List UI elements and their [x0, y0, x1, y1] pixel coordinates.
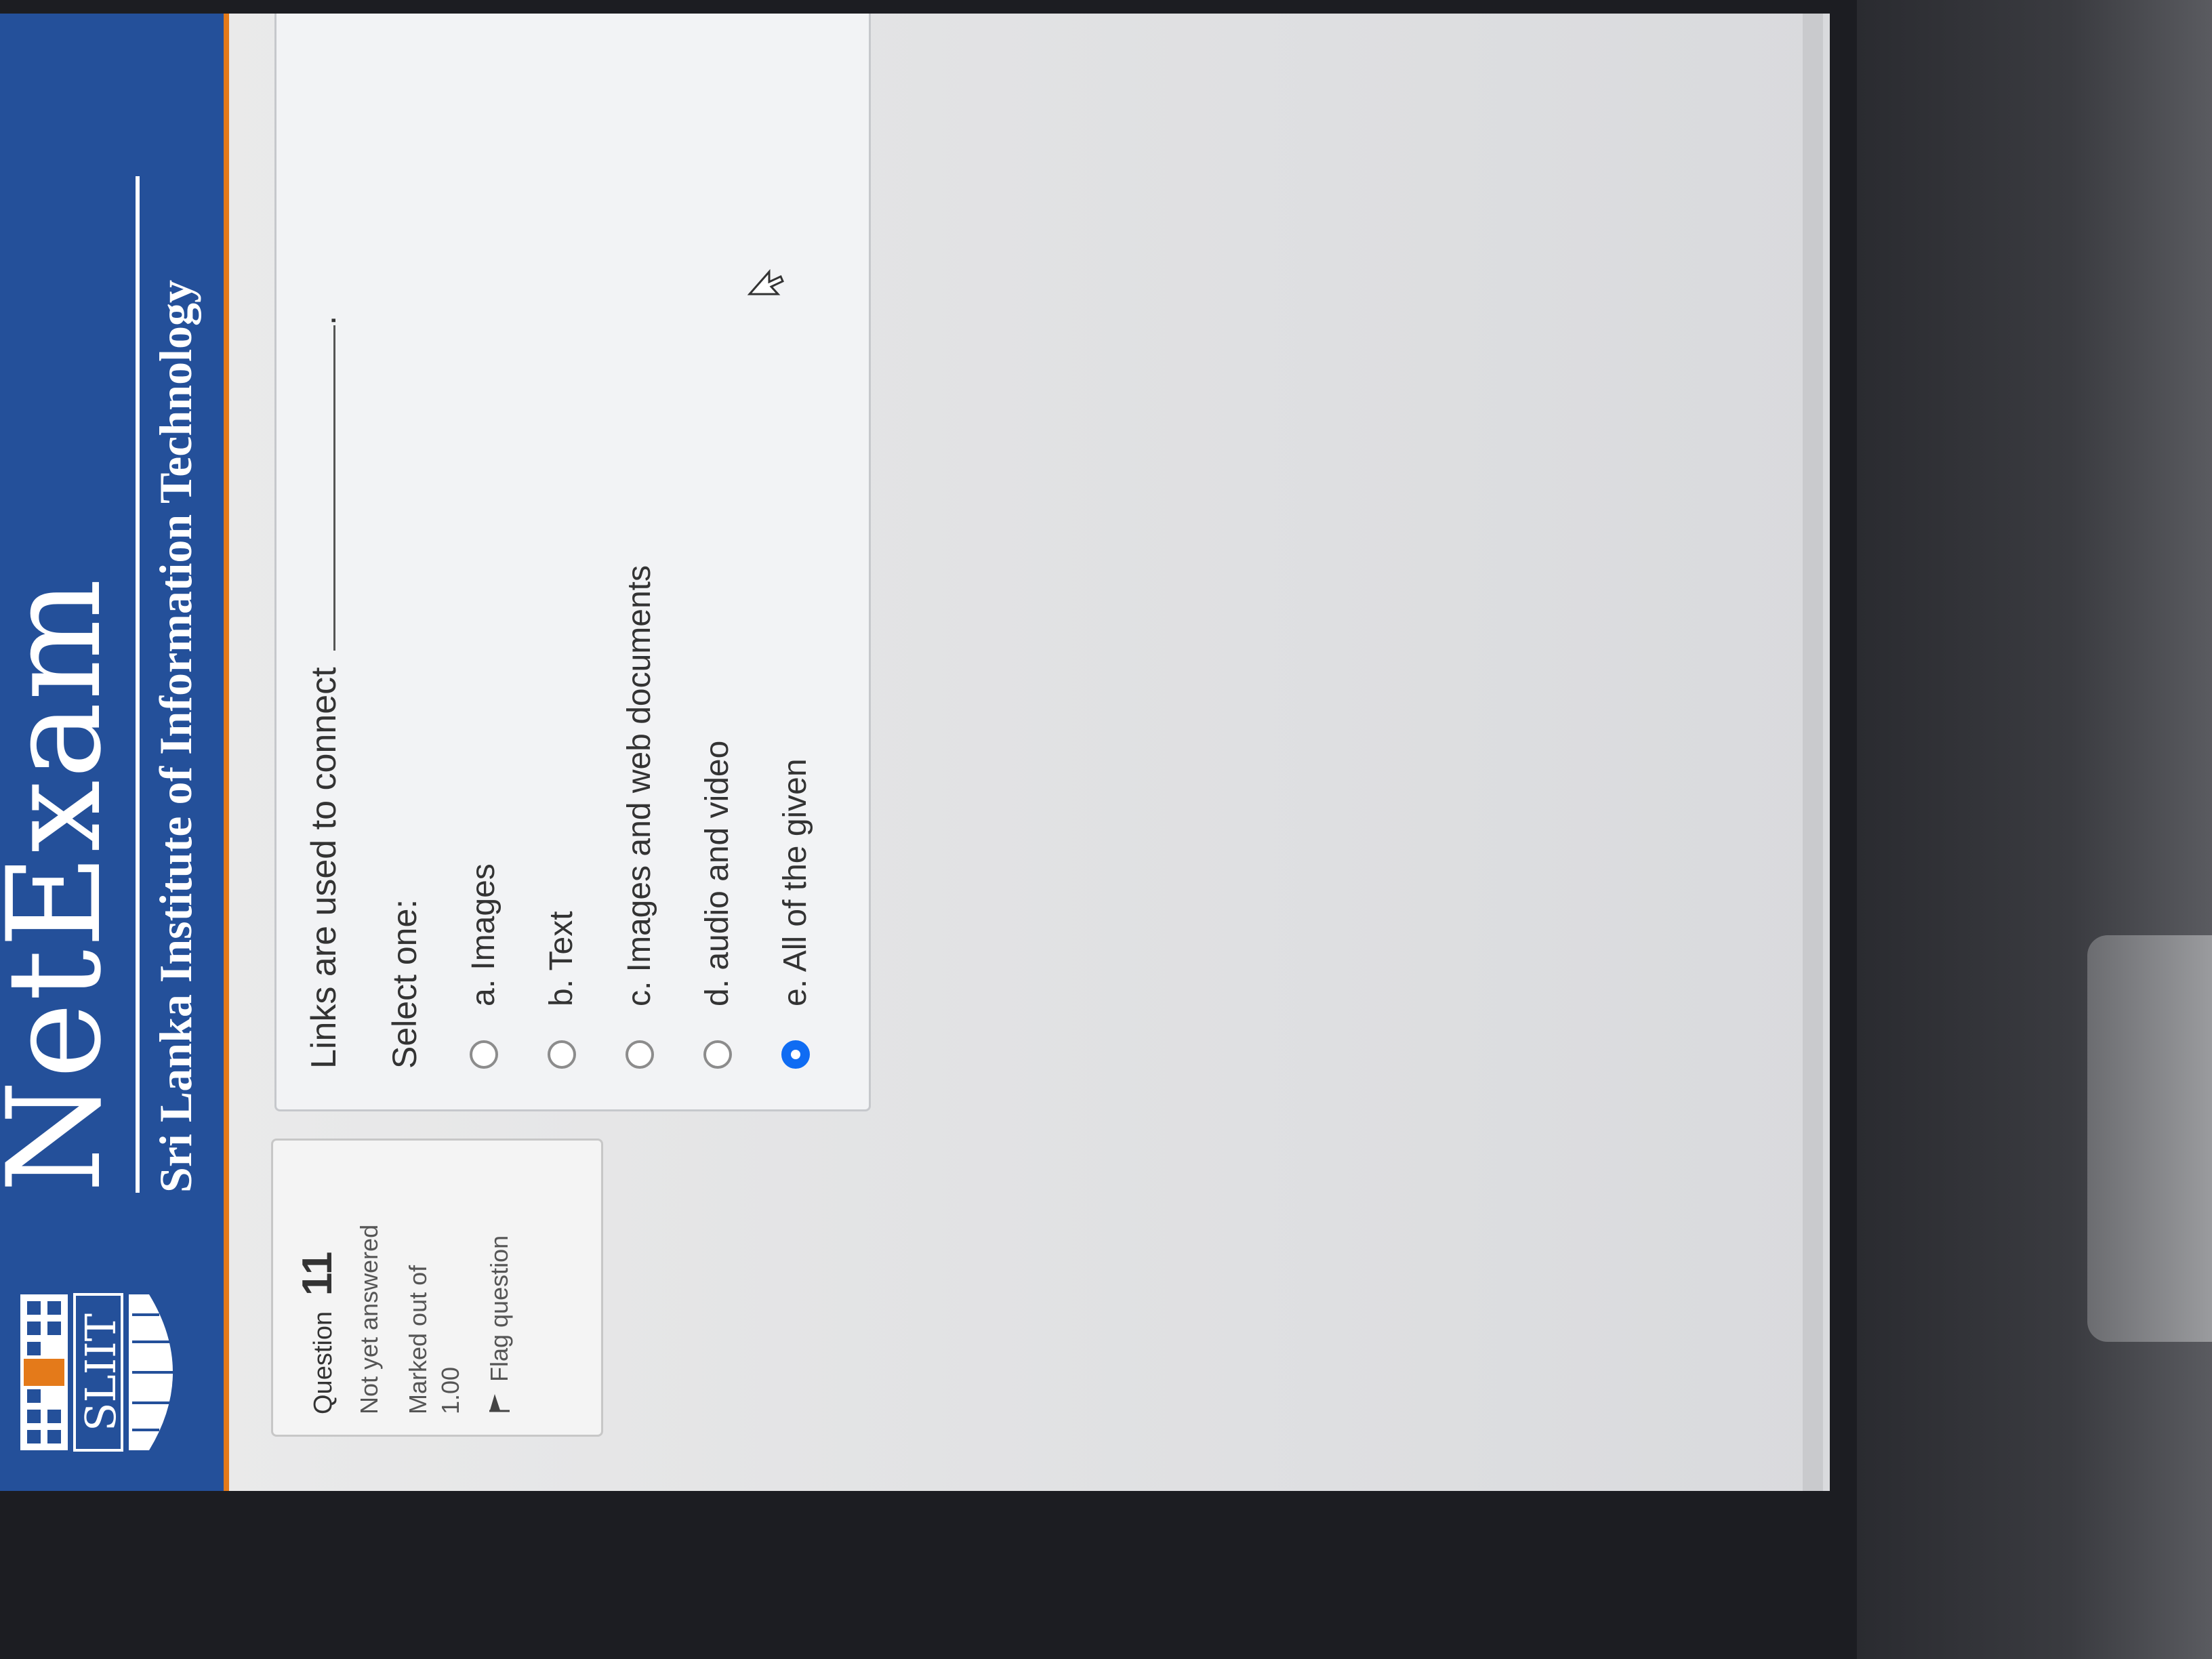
option-e-label: e. All of the given: [777, 758, 813, 1006]
option-c-label: c. Images and web documents: [621, 565, 657, 1006]
option-d[interactable]: d. audio and video: [678, 36, 756, 1069]
sliit-shield-icon: SLIIT: [20, 1293, 180, 1452]
option-c[interactable]: c. Images and web documents: [600, 36, 678, 1069]
select-one-label: Select one:: [386, 899, 424, 1069]
photo-stage: SLIIT NetExam Sri Lanka Institute of Inf…: [0, 0, 2212, 1659]
option-d-label: d. audio and video: [699, 740, 735, 1006]
question-card: Links are used to connect . Select one: …: [274, 14, 871, 1111]
option-e-radio[interactable]: [781, 1040, 810, 1069]
option-c-radio[interactable]: [625, 1040, 654, 1069]
option-b-label: b. Text: [544, 911, 579, 1006]
screen: SLIIT NetExam Sri Lanka Institute of Inf…: [0, 14, 1830, 1491]
option-b-radio[interactable]: [547, 1040, 576, 1069]
sliit-logo: SLIIT: [14, 1288, 190, 1457]
marked-label: Marked out of: [404, 1265, 432, 1414]
question-info-card: Question 11 Not yet answered Marked out …: [271, 1139, 603, 1437]
option-a[interactable]: a. Images: [445, 36, 523, 1069]
option-b[interactable]: b. Text: [523, 36, 600, 1069]
svg-text:SLIIT: SLIIT: [76, 1313, 125, 1431]
brand-divider: [136, 176, 140, 1193]
monitor-bezel: [1857, 0, 2212, 1659]
answer-blank: [306, 325, 335, 651]
option-a-radio[interactable]: [469, 1040, 498, 1069]
monitor-stand: [2087, 935, 2212, 1342]
answer-status: Not yet answered: [355, 1224, 383, 1414]
site-header: SLIIT NetExam Sri Lanka Institute of Inf…: [0, 14, 229, 1491]
brand-subtitle: Sri Lanka Institute of Information Techn…: [150, 280, 201, 1193]
marked-value: 1.00: [436, 1366, 464, 1414]
question-text: Links are used to connect .: [304, 36, 344, 1069]
flag-icon: [489, 1394, 510, 1412]
option-a-label: a. Images: [466, 863, 501, 1006]
question-word: Question: [309, 1311, 337, 1414]
question-prompt: Links are used to connect: [304, 667, 344, 1069]
option-e[interactable]: e. All of the given: [756, 36, 834, 1069]
horizontal-scrollbar[interactable]: [1803, 14, 1823, 1491]
mouse-cursor-icon: [747, 269, 784, 295]
question-number-row: Question 11: [293, 1161, 342, 1414]
question-period: .: [304, 315, 344, 325]
flag-question-button[interactable]: Flag question: [485, 1161, 514, 1414]
flag-question-label: Flag question: [485, 1235, 513, 1382]
question-number: 11: [294, 1251, 341, 1296]
brand-title: NetExam: [0, 577, 129, 1193]
option-d-radio[interactable]: [703, 1040, 732, 1069]
